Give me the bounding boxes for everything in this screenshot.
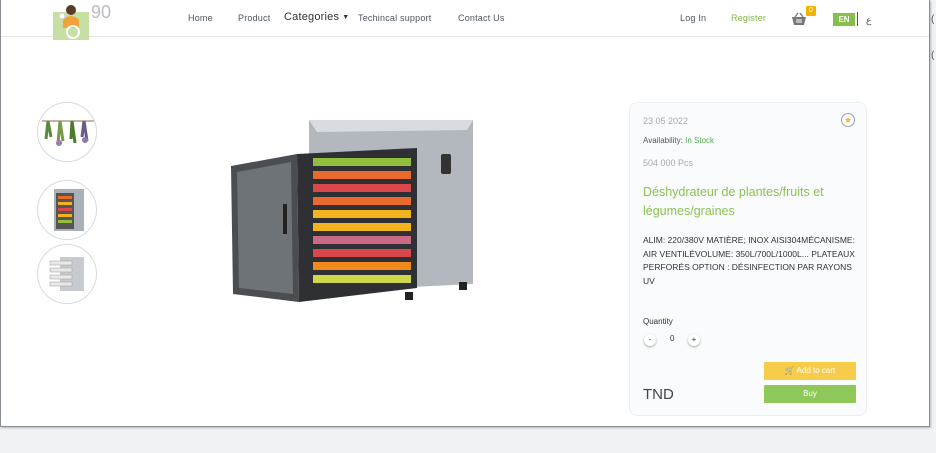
add-to-cart-label: Add to cart	[796, 366, 836, 375]
cart-small-icon: 🛒	[784, 366, 795, 375]
nav-contact[interactable]: Contact Us	[458, 13, 505, 23]
cart-count-badge: 0	[806, 6, 816, 16]
edge-glyph-1: (	[931, 14, 935, 25]
nav-home[interactable]: Home	[188, 13, 213, 23]
edge-glyph-2: (	[931, 50, 935, 61]
site-logo[interactable]: 90	[51, 2, 117, 40]
logo-graphic	[53, 5, 89, 40]
nav-categories-label: Categories	[284, 11, 340, 23]
quantity-label: Quantity	[643, 317, 673, 326]
thumbnail-dehydrator-front[interactable]	[37, 180, 97, 240]
quantity-increment-button[interactable]: +	[688, 334, 700, 346]
price-currency: TND	[643, 386, 674, 403]
cart-icon[interactable]	[791, 12, 807, 26]
main-product-image	[227, 116, 477, 306]
availability-label: Availability:	[643, 136, 683, 145]
product-date: 23 05 2022	[643, 116, 689, 126]
availability: Availability: In Stock	[643, 136, 714, 145]
product-title: Déshydrateur de plantes/fruits et légume…	[643, 185, 824, 218]
herbs-image	[42, 120, 94, 146]
product-description: ALIM: 220/380V MATIÈRE; INOX AISI304MÉCA…	[643, 235, 855, 286]
dehydrator-image	[231, 120, 473, 302]
page-frame: 90 Home Product Categories ▼ Techincal su…	[0, 0, 930, 427]
trays-thumbnail-image	[49, 257, 84, 291]
quantity-value[interactable]: 0	[670, 334, 674, 343]
dehydrator-thumbnail-image	[54, 189, 84, 231]
product-info-card: 23 05 2022 ★ Availability: In Stock 504 …	[629, 102, 867, 416]
caret-down-icon: ▼	[342, 14, 350, 21]
favorite-star-icon[interactable]: ★	[841, 113, 855, 127]
availability-value: In Stock	[685, 136, 715, 145]
buy-button[interactable]: Buy	[764, 385, 856, 403]
language-divider	[857, 12, 858, 26]
language-ar-button[interactable]: ع	[866, 15, 871, 26]
nav-register[interactable]: Register	[731, 13, 766, 23]
stock-pieces: 504 000 Pcs	[643, 158, 694, 168]
basket-icon	[792, 12, 806, 25]
nav-product[interactable]: Product	[238, 13, 270, 23]
language-en-button[interactable]: EN	[833, 13, 855, 26]
nav-technical-support[interactable]: Techincal support	[358, 13, 431, 23]
thumbnail-herbs[interactable]	[37, 102, 97, 162]
nav-categories-dropdown[interactable]: Categories ▼	[284, 11, 349, 23]
nav-login[interactable]: Log In	[680, 13, 706, 23]
logo-number: 90	[91, 2, 112, 22]
quantity-decrement-button[interactable]: -	[644, 334, 656, 346]
top-navbar: 90 Home Product Categories ▼ Techincal su…	[1, 0, 929, 40]
thumbnail-dehydrator-trays[interactable]	[37, 244, 97, 304]
add-to-cart-button[interactable]: 🛒 Add to cart	[764, 362, 856, 380]
